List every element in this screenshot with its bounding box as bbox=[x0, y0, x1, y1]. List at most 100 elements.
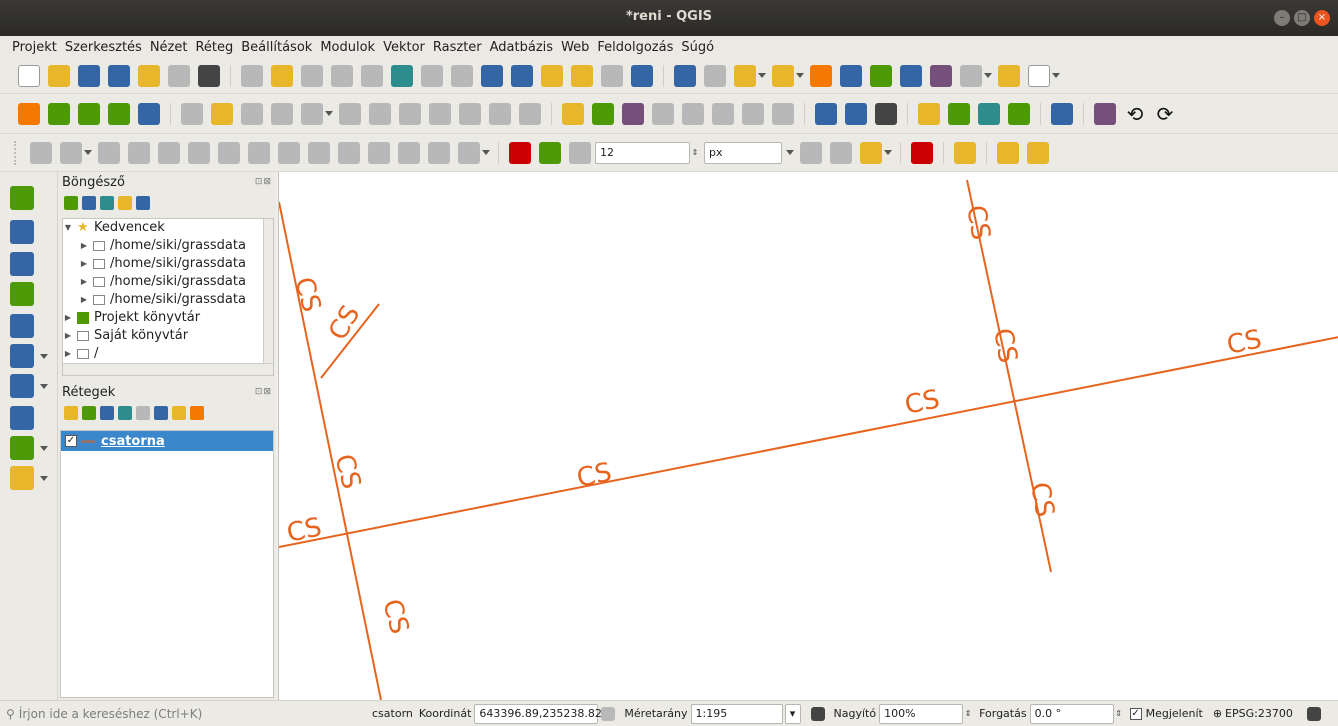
change-label-icon[interactable] bbox=[742, 102, 764, 125]
add-selected-icon[interactable] bbox=[64, 196, 78, 210]
menu-vektor[interactable]: Vektor bbox=[383, 40, 425, 55]
shape-icon[interactable] bbox=[954, 141, 976, 164]
attribute-table-icon[interactable] bbox=[840, 64, 862, 87]
save-project-icon[interactable] bbox=[78, 64, 100, 87]
snapping-icon[interactable] bbox=[509, 141, 531, 164]
layer-row[interactable]: ✓ csatorna bbox=[61, 431, 273, 451]
add-delimited-text-icon[interactable] bbox=[10, 252, 34, 276]
add-delimited-icon[interactable] bbox=[108, 102, 130, 125]
add-ring-icon[interactable] bbox=[60, 141, 82, 164]
tree-row-folder[interactable]: ▶/home/siki/grassdata bbox=[63, 291, 273, 309]
label-properties-icon[interactable] bbox=[772, 102, 794, 125]
zoom-full-icon[interactable] bbox=[391, 64, 413, 87]
measure-icon[interactable] bbox=[960, 64, 982, 87]
simplify-icon[interactable] bbox=[428, 141, 450, 164]
add-group-icon[interactable] bbox=[82, 406, 96, 420]
lock-scale-icon[interactable] bbox=[810, 706, 825, 721]
tree-row-folder[interactable]: ▶/home/siki/grassdata bbox=[63, 273, 273, 291]
panel-float-close-icon[interactable]: ⊡⊠ bbox=[255, 177, 272, 187]
show-hide-labels-icon[interactable] bbox=[652, 102, 674, 125]
manage-visibility-icon[interactable] bbox=[100, 406, 114, 420]
zoom-native-icon[interactable] bbox=[361, 64, 383, 87]
text-annotation-icon[interactable] bbox=[1028, 64, 1050, 87]
filter-expression-icon[interactable] bbox=[136, 406, 150, 420]
collapse-all-icon[interactable] bbox=[118, 196, 132, 210]
sewer-line[interactable] bbox=[278, 336, 1338, 548]
split-features-icon[interactable] bbox=[278, 141, 300, 164]
new-shapefile-icon[interactable] bbox=[10, 466, 34, 490]
reshape-icon[interactable] bbox=[218, 141, 240, 164]
select-features-icon[interactable] bbox=[734, 64, 756, 87]
zoom-next-icon[interactable] bbox=[511, 64, 533, 87]
menu-raszter[interactable]: Raszter bbox=[433, 40, 482, 55]
new-map-view-icon[interactable] bbox=[601, 64, 623, 87]
browser-horizontal-scrollbar[interactable] bbox=[63, 363, 273, 375]
line-label-icon[interactable] bbox=[997, 141, 1019, 164]
minimize-icon[interactable]: – bbox=[1274, 10, 1290, 26]
select-by-value-icon[interactable] bbox=[772, 64, 794, 87]
label-toolbar-icon[interactable] bbox=[562, 102, 584, 125]
close-icon[interactable]: × bbox=[1314, 10, 1330, 26]
toggle-edit-icon[interactable] bbox=[211, 102, 233, 125]
zoom-layer-icon[interactable] bbox=[451, 64, 473, 87]
expand-all-icon[interactable] bbox=[154, 406, 168, 420]
merge-features-icon[interactable] bbox=[338, 141, 360, 164]
tree-row-home[interactable]: ▶ Saját könyvtár bbox=[63, 327, 273, 345]
magnifier-field[interactable]: 100% bbox=[879, 703, 964, 724]
symbol-size-input[interactable]: 12 bbox=[595, 141, 690, 164]
magnifier-spinner[interactable]: ⇕ bbox=[963, 709, 973, 718]
open-project-icon[interactable] bbox=[48, 64, 70, 87]
menu-szerkesztes[interactable]: Szerkesztés bbox=[65, 40, 142, 55]
move-label-icon[interactable] bbox=[682, 102, 704, 125]
dem-icon[interactable] bbox=[1008, 102, 1030, 125]
menu-beallitasok[interactable]: Beállítások bbox=[241, 40, 312, 55]
symbol-size-spinner[interactable]: ⇕ bbox=[690, 148, 700, 157]
help-icon[interactable] bbox=[1051, 102, 1073, 125]
snap-vertex-icon[interactable] bbox=[569, 141, 591, 164]
sewer-line[interactable] bbox=[278, 201, 382, 701]
crs-button[interactable]: EPSG:23700 bbox=[1225, 707, 1293, 720]
map-svg[interactable]: CSCSCSCSCSCSCSCSCSCSCS bbox=[278, 172, 1338, 701]
map-canvas[interactable]: CS CS CS CS CS CS CS CS CS CS CS bbox=[278, 172, 1338, 701]
menu-modulok[interactable]: Modulok bbox=[320, 40, 375, 55]
messages-icon[interactable] bbox=[1306, 706, 1321, 721]
undo-icon[interactable] bbox=[489, 102, 511, 125]
heatmap-icon[interactable] bbox=[978, 102, 1000, 125]
current-edits-icon[interactable] bbox=[181, 102, 203, 125]
save-edits-icon[interactable] bbox=[241, 102, 263, 125]
pin-labels-icon[interactable] bbox=[622, 102, 644, 125]
topology-icon[interactable] bbox=[800, 141, 822, 164]
menu-web[interactable]: Web bbox=[561, 40, 589, 55]
plugin-icon[interactable] bbox=[875, 102, 897, 125]
georeferencer-icon[interactable] bbox=[948, 102, 970, 125]
panel-float-close-icon[interactable]: ⊡⊠ bbox=[255, 387, 272, 397]
menu-projekt[interactable]: Projekt bbox=[12, 40, 57, 55]
tree-row-folder[interactable]: ▶/home/siki/grassdata bbox=[63, 255, 273, 273]
unit-select[interactable]: px bbox=[704, 141, 782, 164]
diagram-icon[interactable] bbox=[592, 102, 614, 125]
rotation-field[interactable]: 0.0 ° bbox=[1029, 703, 1114, 724]
intersection-icon[interactable] bbox=[830, 141, 852, 164]
properties-icon[interactable] bbox=[136, 196, 150, 210]
menu-nezet[interactable]: Nézet bbox=[150, 40, 188, 55]
rotate-label-icon[interactable] bbox=[712, 102, 734, 125]
layout-icon[interactable] bbox=[138, 64, 160, 87]
rotation-spinner[interactable]: ⇕ bbox=[1114, 709, 1124, 718]
split-parts-icon[interactable] bbox=[308, 141, 330, 164]
menu-adatbazis[interactable]: Adatbázis bbox=[490, 40, 553, 55]
filter-browser-icon[interactable] bbox=[100, 196, 114, 210]
collapse-layers-icon[interactable] bbox=[172, 406, 186, 420]
add-raster-icon[interactable] bbox=[10, 220, 34, 244]
add-wms-icon[interactable] bbox=[10, 374, 34, 398]
maximize-icon[interactable]: □ bbox=[1294, 10, 1310, 26]
layer-name[interactable]: csatorna bbox=[101, 434, 165, 449]
zoom-out-icon[interactable] bbox=[331, 64, 353, 87]
point-label-icon[interactable] bbox=[1027, 141, 1049, 164]
layer-visibility-checkbox[interactable]: ✓ bbox=[65, 435, 77, 447]
modify-attributes-icon[interactable] bbox=[339, 102, 361, 125]
rotate-left-icon[interactable]: ⟲ bbox=[1124, 103, 1146, 125]
trace-icon[interactable] bbox=[860, 141, 882, 164]
run-action-icon[interactable] bbox=[704, 64, 726, 87]
reverse-line-icon[interactable] bbox=[458, 141, 480, 164]
zoom-last-icon[interactable] bbox=[481, 64, 503, 87]
